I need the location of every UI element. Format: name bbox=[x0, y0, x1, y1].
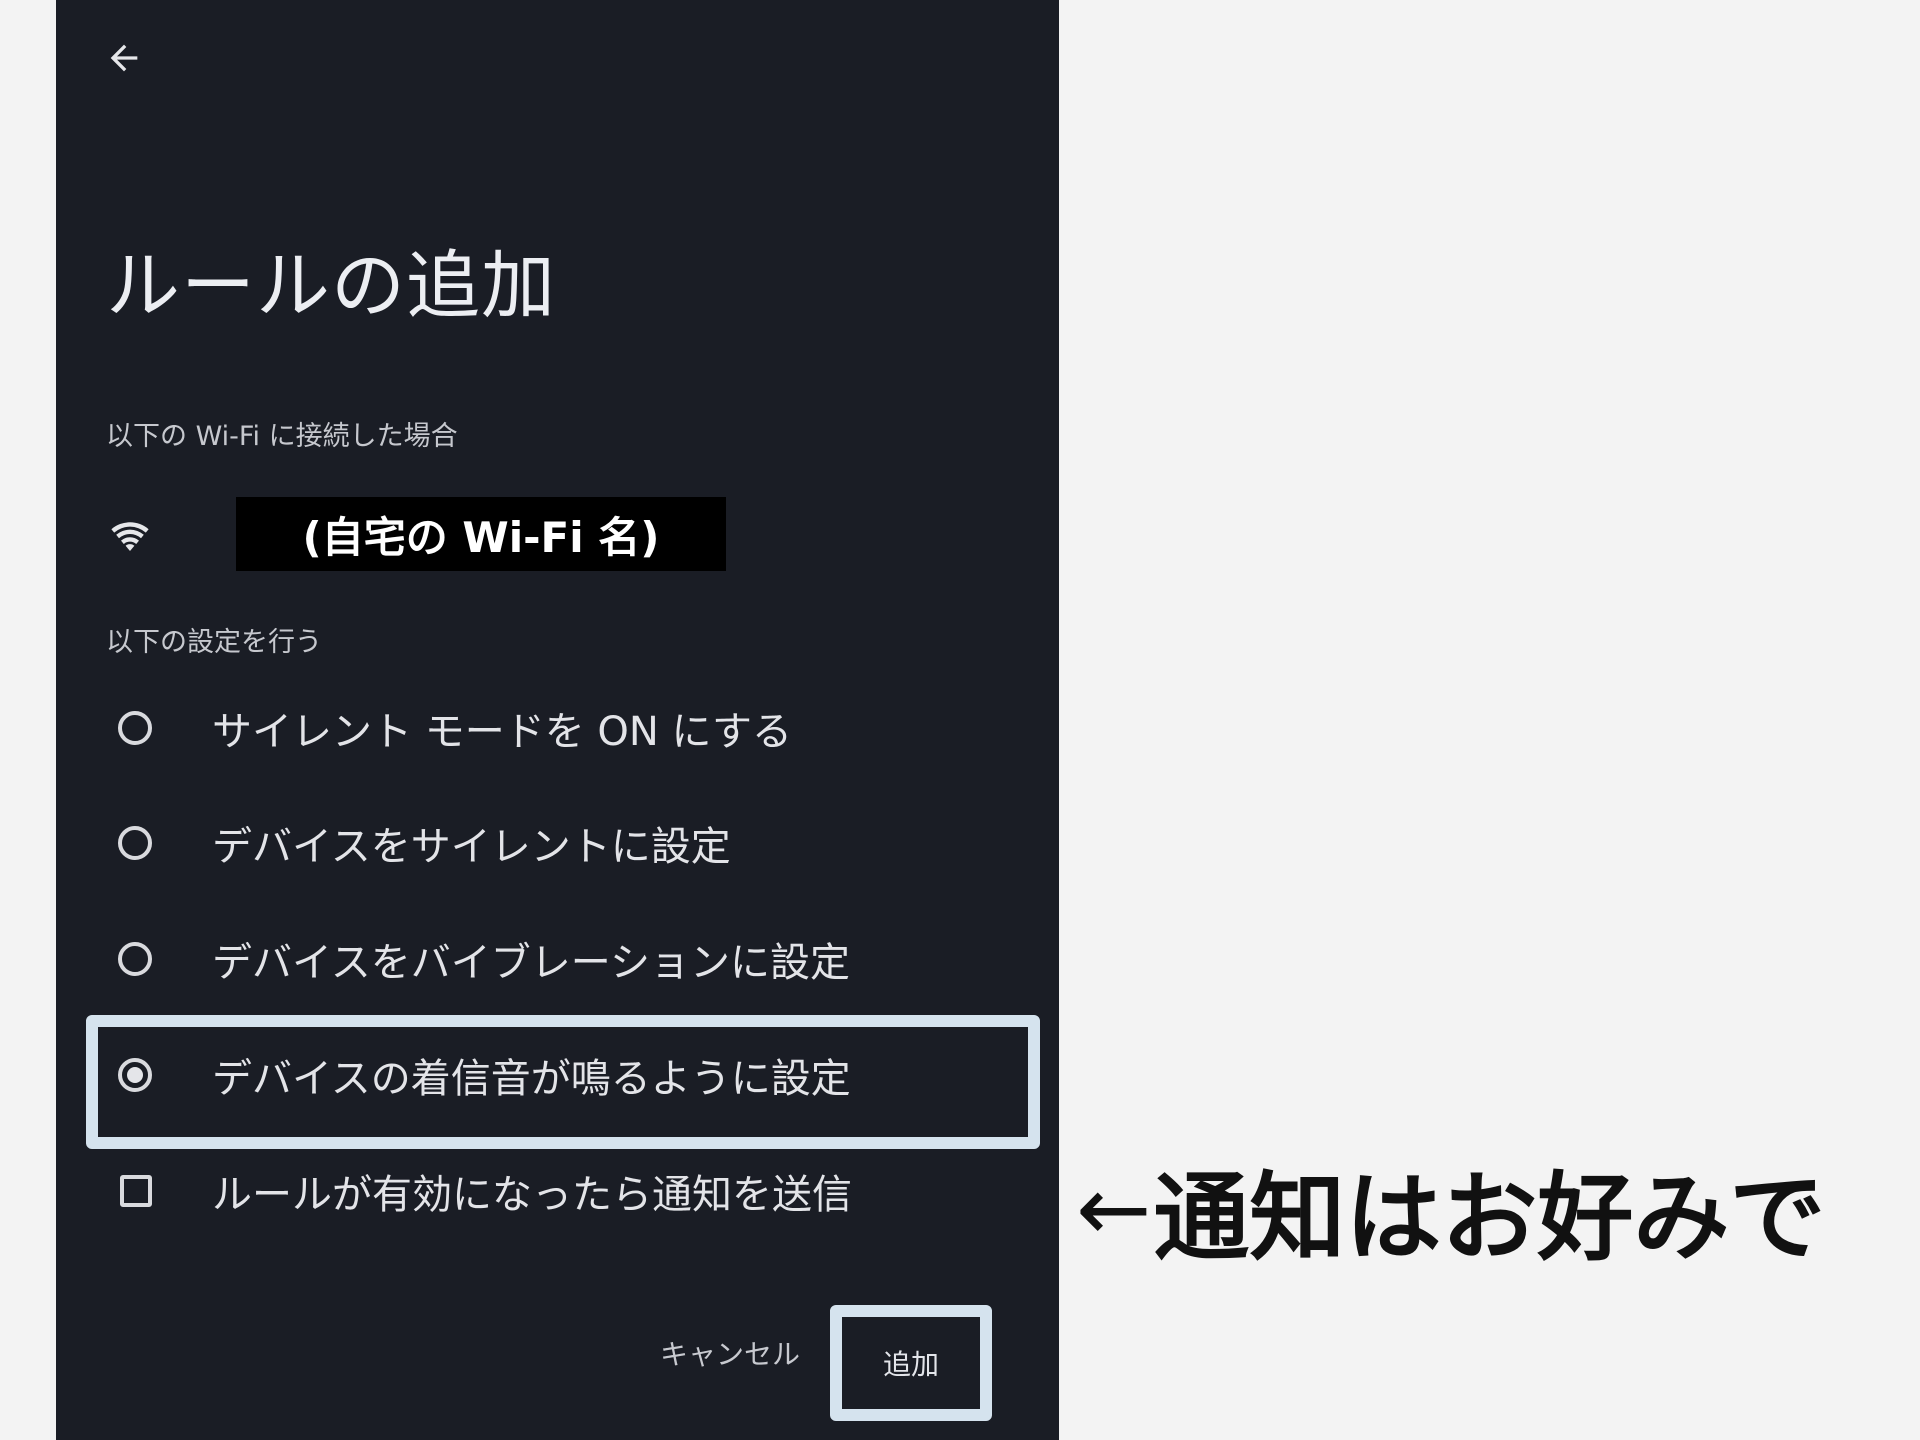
radio-selected-dot bbox=[127, 1067, 143, 1083]
wifi-network-row[interactable]: (自宅の Wi-Fi 名) bbox=[106, 496, 726, 572]
option-silent-mode-on[interactable]: サイレント モードを ON にする bbox=[116, 693, 1016, 763]
option-label: ルールが有効になったら通知を送信 bbox=[212, 1172, 852, 1218]
back-button[interactable] bbox=[96, 30, 152, 86]
cancel-button[interactable]: キャンセル bbox=[660, 1333, 800, 1373]
option-label: デバイスの着信音が鳴るように設定 bbox=[212, 1056, 851, 1102]
option-label: デバイスをバイブレーションに設定 bbox=[212, 940, 850, 986]
option-send-notification[interactable]: ルールが有効になったら通知を送信 bbox=[116, 1156, 1016, 1226]
annotation-note: ← 通知はお好みで bbox=[1076, 1140, 1825, 1279]
radio-button[interactable] bbox=[118, 826, 152, 860]
radio-button[interactable] bbox=[118, 711, 152, 745]
radio-button-selected[interactable] bbox=[118, 1058, 152, 1092]
wifi-network-name: (自宅の Wi-Fi 名) bbox=[236, 497, 726, 571]
option-device-ring[interactable]: デバイスの着信音が鳴るように設定 bbox=[116, 1040, 1016, 1110]
option-device-silent[interactable]: デバイスをサイレントに設定 bbox=[116, 808, 1016, 878]
rule-dialog-panel: ルールの追加 以下の Wi-Fi に接続した場合 (自宅の Wi-Fi 名) 以… bbox=[56, 0, 1059, 1440]
annotation-arrow: ← bbox=[1076, 1157, 1152, 1262]
radio-button[interactable] bbox=[118, 942, 152, 976]
checkbox[interactable] bbox=[120, 1175, 152, 1207]
wifi-icon bbox=[106, 504, 166, 564]
wifi-section-label: 以下の Wi-Fi に接続した場合 bbox=[106, 421, 458, 452]
option-device-vibrate[interactable]: デバイスをバイブレーションに設定 bbox=[116, 924, 1016, 994]
settings-section-label: 以下の設定を行う bbox=[106, 627, 322, 658]
annotation-text: 通知はお好みで bbox=[1153, 1162, 1826, 1274]
option-label: サイレント モードを ON にする bbox=[212, 709, 792, 755]
option-label: デバイスをサイレントに設定 bbox=[212, 824, 731, 870]
page-title: ルールの追加 bbox=[106, 243, 556, 329]
arrow-left-icon bbox=[110, 44, 138, 72]
add-button-label: 追加 bbox=[882, 1348, 939, 1381]
add-button[interactable]: 追加 bbox=[830, 1305, 992, 1421]
